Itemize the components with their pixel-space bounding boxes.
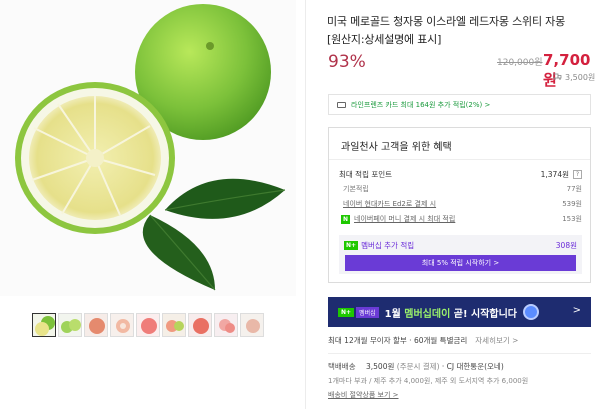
chevron-right-icon: > xyxy=(572,305,581,316)
shipping-label: 택배배송 xyxy=(328,362,356,371)
card-points-value: 539원 xyxy=(562,200,582,208)
max-points-value: 1,374원 xyxy=(540,170,569,179)
max-points-label: 최대 적립 포인트 xyxy=(339,170,393,179)
base-points-label: 기본적립 xyxy=(343,185,369,193)
shipping-extra: 1개마다 부과 / 제주 추가 4,000원, 제주 외 도서지역 추가 6,0… xyxy=(328,377,529,385)
shipping-fee-text: 3,500원 xyxy=(565,73,596,82)
thumbnail-8[interactable] xyxy=(214,313,238,337)
base-points-row: 기본적립 77원 xyxy=(339,184,582,194)
installment-info: 최대 12개월 무이자 할부 · 60개월 특별금리 자세히보기 > xyxy=(328,335,518,346)
thumbnail-7[interactable] xyxy=(188,313,212,337)
base-points-value: 77원 xyxy=(566,185,582,193)
membership-start-button[interactable]: 최대 5% 적립 시작하기 > xyxy=(345,255,576,271)
membership-badge: 멤버십 xyxy=(356,306,379,318)
column-divider xyxy=(305,0,306,409)
card-points-row: 네이버 현대카드 Ed2로 결제 시 539원 xyxy=(339,199,582,209)
thumbnail-1[interactable] xyxy=(32,313,56,337)
shipping-pay-note: (주문시 결제) xyxy=(396,362,440,371)
thumbnail-3[interactable] xyxy=(84,313,108,337)
membership-label: 멤버십 추가 적립 xyxy=(361,241,415,250)
membership-area: N+ 멤버십 추가 적립 308원 최대 5% 적립 시작하기 > xyxy=(339,235,582,274)
shipping-carrier: · CJ 대한통운(오네) xyxy=(441,362,504,371)
membership-day-banner[interactable]: N+ 멤버십 1월 멤버십데이 곧! 시작합니다 > xyxy=(328,297,591,327)
benefits-title: 과일천사 고객을 위한 혜택 xyxy=(341,142,452,153)
card-promo-text: 라인프렌즈 카드 최대 164원 추가 적립(2%) > xyxy=(351,100,491,109)
shipping-info: 택배배송 3,500원 (주문시 결제) · CJ 대한통운(오네) xyxy=(328,361,504,372)
pay-points-value: 153원 xyxy=(562,215,582,223)
thumbnail-9[interactable] xyxy=(240,313,264,337)
discount-rate: 93% xyxy=(328,52,366,72)
thumbnail-5[interactable] xyxy=(136,313,160,337)
max-points-row: 최대 적립 포인트 1,374원 ? xyxy=(339,169,582,180)
shipping-saving-link[interactable]: 배송비 절약상품 보기 > xyxy=(328,390,399,400)
shipping-fee: 3,500원 xyxy=(366,362,395,371)
main-product-image[interactable] xyxy=(0,0,296,296)
card-points-link[interactable]: 네이버 현대카드 Ed2로 결제 시 xyxy=(343,199,436,209)
membership-value: 308원 xyxy=(555,241,577,250)
truck-icon xyxy=(552,73,562,82)
benefits-divider xyxy=(329,159,590,160)
pay-points-row: N 네이버페이 머니 결제 시 최대 적립 153원 xyxy=(339,214,582,224)
sale-price: 7,700원 xyxy=(543,51,591,89)
benefits-box: 과일천사 고객을 위한 혜택 최대 적립 포인트 1,374원 ? 기본적립 7… xyxy=(328,127,591,283)
pay-points-link[interactable]: 네이버페이 머니 결제 시 최대 적립 xyxy=(354,214,455,224)
naverpay-icon: N xyxy=(341,214,350,224)
membership-logo-icon xyxy=(523,304,539,320)
nplus-icon: N+ xyxy=(344,241,359,250)
thumbnail-6[interactable] xyxy=(162,313,186,337)
product-title-line2: [원산지:상세설명에 표시] xyxy=(327,33,442,46)
card-icon xyxy=(337,101,346,108)
original-price: 120,000원 xyxy=(497,58,543,68)
product-page: 미국 메로골드 청자몽 이스라엘 레드자몽 스위티 자몽 [원산지:상세설명에 … xyxy=(0,0,600,409)
installment-text: 최대 12개월 무이자 할부 · 60개월 특별금리 xyxy=(328,336,468,345)
help-icon[interactable]: ? xyxy=(573,170,582,179)
shipping-fee-summary: 3,500원 xyxy=(552,72,596,83)
thumbnail-2[interactable] xyxy=(58,313,82,337)
installment-more-link[interactable]: 자세히보기 > xyxy=(475,335,518,346)
thumbnail-strip xyxy=(32,313,264,337)
card-promo-banner[interactable]: 라인프렌즈 카드 최대 164원 추가 적립(2%) > xyxy=(328,94,591,115)
thumbnail-4[interactable] xyxy=(110,313,134,337)
banner-text: 1월 멤버십데이 곧! 시작합니다 xyxy=(384,308,517,320)
section-divider xyxy=(328,353,591,354)
product-title: 미국 메로골드 청자몽 이스라엘 레드자몽 스위티 자몽 [원산지:상세설명에 … xyxy=(327,13,597,49)
nplus-badge: N+ xyxy=(338,307,355,317)
product-title-line1: 미국 메로골드 청자몽 이스라엘 레드자몽 스위티 자몽 xyxy=(327,15,566,28)
membership-row: N+ 멤버십 추가 적립 308원 xyxy=(344,240,577,251)
